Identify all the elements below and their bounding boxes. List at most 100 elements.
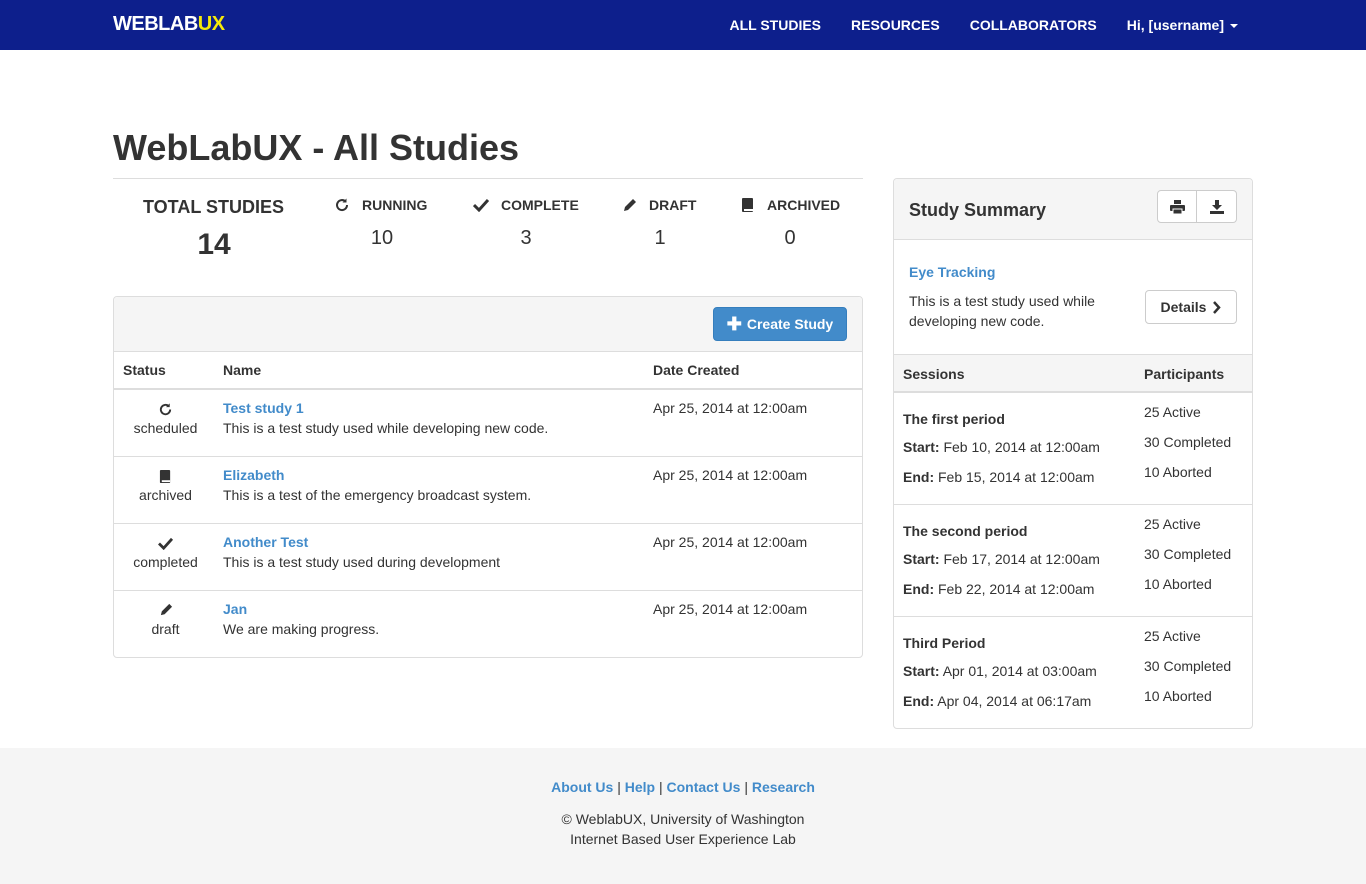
study-name-link[interactable]: Another Test — [223, 534, 500, 550]
download-icon — [1209, 199, 1224, 214]
footer: About Us | Help | Contact Us | Research … — [0, 748, 1366, 884]
footer-contact-link[interactable]: Contact Us — [667, 779, 741, 795]
participants-completed: 30 Completed — [1144, 546, 1232, 562]
status-cell: archived — [114, 467, 217, 503]
status-text: scheduled — [133, 420, 198, 436]
nav-all-studies[interactable]: ALL STUDIES — [729, 17, 821, 33]
brand-main: WEBLAB — [113, 13, 198, 35]
session-start: Start: Apr 01, 2014 at 03:00am — [903, 663, 1097, 679]
participants-active: 25 Active — [1144, 516, 1201, 532]
end-label: End: — [903, 469, 935, 485]
end-date: Apr 04, 2014 at 06:17am — [937, 693, 1092, 709]
study-description: This is a test study used during develop… — [223, 554, 501, 570]
participants-completed: 30 Completed — [1144, 658, 1232, 674]
title-divider — [113, 178, 863, 179]
stat-complete: COMPLETE — [473, 197, 579, 213]
session-name: Third Period — [903, 635, 986, 651]
stat-draft-label: DRAFT — [649, 197, 697, 213]
study-name-link[interactable]: Test study 1 — [223, 400, 548, 416]
participants-aborted: 10 Aborted — [1144, 688, 1212, 704]
footer-about-link[interactable]: About Us — [551, 779, 613, 795]
participants-aborted: 10 Aborted — [1144, 464, 1212, 480]
session-row: The first period Start: Feb 10, 2014 at … — [894, 393, 1252, 505]
participants-active: 25 Active — [1144, 404, 1201, 420]
column-sessions: Sessions — [903, 366, 965, 382]
create-study-button[interactable]: ✚ Create Study — [713, 307, 847, 341]
footer-research-link[interactable]: Research — [752, 779, 815, 795]
column-name: Name — [223, 362, 262, 378]
column-date-created: Date Created — [653, 362, 740, 378]
summary-study-link[interactable]: Eye Tracking — [909, 264, 995, 280]
session-start: Start: Feb 10, 2014 at 12:00am — [903, 439, 1100, 455]
name-cell: Elizabeth This is a test of the emergenc… — [223, 467, 531, 503]
participants-active: 25 Active — [1144, 628, 1201, 644]
date-created: Apr 25, 2014 at 12:00am — [653, 534, 808, 550]
session-end: End: Feb 22, 2014 at 12:00am — [903, 581, 1094, 597]
print-button[interactable] — [1157, 190, 1197, 223]
summary-title: Study Summary — [909, 200, 1047, 220]
date-created: Apr 25, 2014 at 12:00am — [653, 467, 808, 483]
name-cell: Test study 1 This is a test study used w… — [223, 400, 548, 436]
status-cell: completed — [114, 534, 217, 570]
stat-archived-value: 0 — [784, 227, 796, 249]
copyright-text: © WeblabUX, University of Washington — [561, 811, 805, 827]
footer-separator: | — [617, 779, 621, 795]
session-row: Third Period Start: Apr 01, 2014 at 03:0… — [894, 617, 1252, 729]
footer-copyright: © WeblabUX, University of Washington Int… — [0, 809, 1366, 849]
study-name-link[interactable]: Jan — [223, 601, 379, 617]
summary-header: Study Summary — [894, 179, 1252, 240]
print-icon — [1169, 199, 1185, 214]
plus-icon: ✚ — [726, 314, 742, 334]
start-label: Start: — [903, 551, 940, 567]
study-description: This is a test of the emergency broadcas… — [223, 487, 532, 503]
user-menu[interactable]: Hi, [username] — [1127, 17, 1238, 33]
nav-collaborators[interactable]: COLLABORATORS — [970, 17, 1097, 33]
stat-running-value: 10 — [370, 227, 394, 249]
session-start: Start: Feb 17, 2014 at 12:00am — [903, 551, 1100, 567]
brand-accent: UX — [197, 13, 225, 35]
stat-total-label: TOTAL STUDIES — [143, 197, 285, 217]
date-created: Apr 25, 2014 at 12:00am — [653, 601, 808, 617]
study-description: This is a test study used while developi… — [223, 420, 549, 436]
name-cell: Another Test This is a test study used d… — [223, 534, 500, 570]
column-participants: Participants — [1144, 366, 1225, 382]
stat-complete-label: COMPLETE — [501, 197, 579, 213]
start-date: Feb 17, 2014 at 12:00am — [943, 551, 1100, 567]
session-end: End: Feb 15, 2014 at 12:00am — [903, 469, 1094, 485]
book-icon — [159, 469, 171, 483]
nav-resources[interactable]: RESOURCES — [851, 17, 940, 33]
lab-name: Internet Based User Experience Lab — [570, 831, 796, 847]
studies-table-header: Status Name Date Created — [114, 352, 862, 390]
study-name-link[interactable]: Elizabeth — [223, 467, 531, 483]
brand-logo[interactable]: WEBLABUX — [113, 13, 225, 36]
details-button[interactable]: Details — [1145, 290, 1237, 324]
stat-draft: DRAFT — [622, 197, 696, 213]
stat-draft-value: 1 — [654, 227, 666, 249]
end-label: End: — [903, 581, 935, 597]
page-title: WebLabUX - All Studies — [113, 127, 520, 168]
nav-links: ALL STUDIES RESOURCES COLLABORATORS Hi, … — [699, 0, 1238, 50]
sessions-header: Sessions Participants — [894, 355, 1252, 393]
session-row: The second period Start: Feb 17, 2014 at… — [894, 505, 1252, 617]
user-menu-label: Hi, [username] — [1126, 17, 1224, 33]
stat-running: RUNNING — [334, 197, 427, 213]
status-cell: draft — [114, 601, 217, 637]
footer-help-link[interactable]: Help — [625, 779, 655, 795]
stat-archived-label: ARCHIVED — [767, 197, 841, 213]
study-description: We are making progress. — [223, 621, 380, 637]
start-label: Start: — [903, 439, 940, 455]
table-row: archived Elizabeth This is a test of the… — [114, 457, 862, 524]
table-row: completed Another Test This is a test st… — [114, 524, 862, 591]
refresh-icon — [159, 402, 172, 415]
status-text: archived — [139, 487, 192, 503]
summary-study: Eye Tracking This is a test study used w… — [894, 240, 1252, 355]
name-cell: Jan We are making progress. — [223, 601, 379, 637]
check-icon — [473, 198, 489, 212]
summary-actions — [1157, 190, 1237, 223]
download-button[interactable] — [1197, 190, 1237, 223]
start-label: Start: — [903, 663, 940, 679]
studies-panel-header: ✚ Create Study — [114, 297, 862, 352]
column-status: Status — [123, 362, 166, 378]
end-date: Feb 22, 2014 at 12:00am — [938, 581, 1095, 597]
footer-separator: | — [658, 779, 663, 795]
